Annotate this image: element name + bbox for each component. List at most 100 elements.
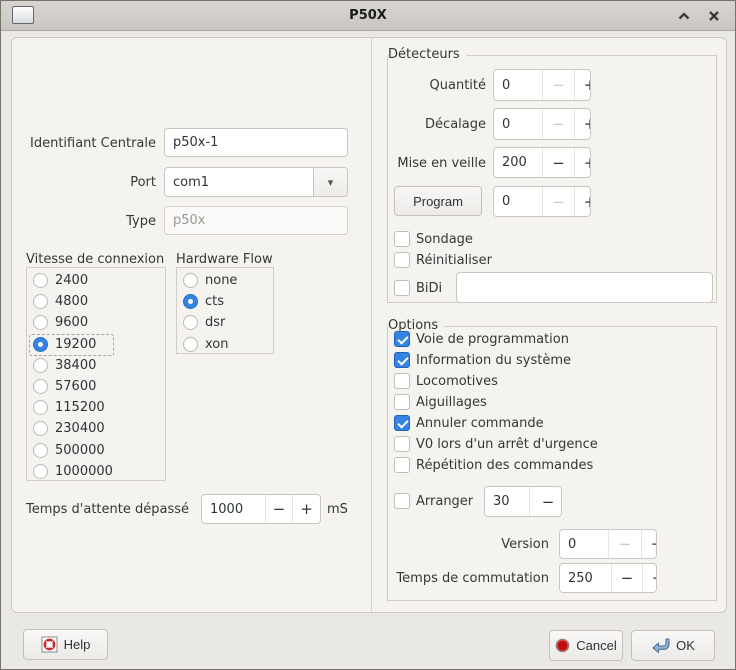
quantity-label: Quantité <box>429 77 486 93</box>
information-systeme-checkbox[interactable] <box>394 352 410 368</box>
ok-button-label: OK <box>676 638 695 653</box>
program-spinbox: 0 − + <box>493 186 591 217</box>
shade-button[interactable] <box>673 6 695 26</box>
v0-arret-urgence-label: V0 lors d'un arrêt d'urgence <box>416 436 598 452</box>
radio-label: none <box>205 273 238 289</box>
radio-selected-icon <box>183 294 198 310</box>
help-button-label: Help <box>63 637 91 652</box>
offset-plus-button[interactable]: + <box>575 109 590 139</box>
arranger-label: Arranger <box>416 493 474 509</box>
program-button[interactable]: Program <box>394 186 482 216</box>
quantity-plus-button[interactable]: + <box>575 70 590 100</box>
timeout-value[interactable]: 1000 <box>202 495 266 523</box>
ok-button[interactable]: OK <box>631 630 715 661</box>
radio-flow-dsr[interactable]: dsr <box>177 312 273 333</box>
arranger-value[interactable]: 30 <box>485 487 530 516</box>
voie-programmation-checkbox[interactable] <box>394 331 410 347</box>
version-plus-button[interactable]: + <box>642 530 656 558</box>
reinitialiser-checkbox[interactable] <box>394 252 410 268</box>
commutation-plus-button[interactable]: + <box>643 564 656 592</box>
radio-icon <box>33 463 48 479</box>
radio-icon <box>33 379 48 395</box>
chevron-down-icon: ▾ <box>327 175 334 189</box>
bidi-input[interactable] <box>456 272 713 303</box>
help-button[interactable]: Help <box>23 629 108 660</box>
chevron-up-icon <box>678 12 690 20</box>
reinitialiser-label: Réinitialiser <box>416 252 492 268</box>
identifiant-input[interactable] <box>164 128 348 157</box>
locomotives-label: Locomotives <box>416 373 498 389</box>
ok-enter-arrow-icon <box>652 638 670 654</box>
radio-speed-57600[interactable]: 57600 <box>27 376 165 397</box>
port-dropdown-button[interactable]: ▾ <box>313 168 347 196</box>
radio-icon <box>33 357 48 373</box>
version-value[interactable]: 0 <box>560 530 609 558</box>
sleep-label: Mise en veille <box>397 155 486 171</box>
timeout-plus-button[interactable]: + <box>293 495 320 523</box>
sondage-checkbox[interactable] <box>394 231 410 247</box>
radio-speed-230400[interactable]: 230400 <box>27 418 165 439</box>
program-plus-button[interactable]: + <box>575 187 590 216</box>
close-button[interactable] <box>703 6 725 26</box>
radio-flow-none[interactable]: none <box>177 270 273 291</box>
offset-spinbox: 0 − + <box>493 108 591 140</box>
arranger-spinbox: 30 − + <box>484 486 562 517</box>
aiguillages-label: Aiguillages <box>416 394 487 410</box>
sleep-minus-button[interactable]: − <box>543 148 575 177</box>
radio-speed-500000[interactable]: 500000 <box>27 440 165 461</box>
radio-flow-xon[interactable]: xon <box>177 334 273 355</box>
radio-icon <box>33 400 48 416</box>
information-systeme-label: Information du système <box>416 352 572 368</box>
v0-arret-urgence-checkbox[interactable] <box>394 436 410 452</box>
quantity-minus-button[interactable]: − <box>543 70 575 100</box>
flow-group-label: Hardware Flow <box>176 252 273 267</box>
offset-label: Décalage <box>425 116 486 132</box>
radio-label: 2400 <box>55 273 89 289</box>
aiguillages-checkbox[interactable] <box>394 394 410 410</box>
radio-icon <box>183 273 198 289</box>
locomotives-checkbox[interactable] <box>394 373 410 389</box>
sleep-value[interactable]: 200 <box>494 148 543 177</box>
radio-speed-1000000[interactable]: 1000000 <box>27 461 165 482</box>
voie-programmation-label: Voie de programmation <box>416 331 569 347</box>
timeout-minus-button[interactable]: − <box>266 495 293 523</box>
sondage-label: Sondage <box>416 231 473 247</box>
version-spinbox: 0 − + <box>559 529 657 559</box>
annuler-commande-checkbox[interactable] <box>394 415 410 431</box>
offset-minus-button[interactable]: − <box>543 109 575 139</box>
radio-label: 38400 <box>55 357 97 373</box>
identifiant-label: Identifiant Centrale <box>30 135 156 151</box>
radio-label: 115200 <box>55 400 105 416</box>
repetition-commandes-checkbox[interactable] <box>394 457 410 473</box>
radio-speed-4800[interactable]: 4800 <box>27 291 165 312</box>
port-combobox[interactable]: com1 ▾ <box>164 167 348 197</box>
version-minus-button[interactable]: − <box>609 530 642 558</box>
program-value[interactable]: 0 <box>494 187 543 216</box>
radio-icon <box>33 294 48 310</box>
titlebar[interactable]: P50X <box>1 1 735 31</box>
sleep-plus-button[interactable]: + <box>575 148 590 177</box>
commutation-minus-button[interactable]: − <box>612 564 643 592</box>
arranger-checkbox[interactable] <box>394 493 410 509</box>
radio-label: 4800 <box>55 294 89 310</box>
radio-speed-38400[interactable]: 38400 <box>27 355 165 376</box>
radio-label: cts <box>205 294 225 310</box>
port-label: Port <box>130 174 156 190</box>
speed-group-label: Vitesse de connexion <box>26 252 165 267</box>
bidi-label: BiDi <box>416 280 443 296</box>
cancel-button[interactable]: Cancel <box>549 630 623 661</box>
radio-speed-9600[interactable]: 9600 <box>27 312 165 333</box>
commutation-value[interactable]: 250 <box>560 564 612 592</box>
radio-speed-2400[interactable]: 2400 <box>27 270 165 291</box>
radio-flow-cts[interactable]: cts <box>177 291 273 312</box>
speed-group: 2400 4800 9600 19200 38400 57600 115200 … <box>26 267 166 481</box>
radio-label: 57600 <box>55 379 97 395</box>
radio-speed-115200[interactable]: 115200 <box>27 397 165 418</box>
program-minus-button[interactable]: − <box>543 187 575 216</box>
offset-value[interactable]: 0 <box>494 109 543 139</box>
arranger-minus-button[interactable]: − <box>530 487 561 516</box>
radio-icon <box>33 315 48 331</box>
bidi-checkbox[interactable] <box>394 280 410 296</box>
port-value: com1 <box>173 174 210 190</box>
quantity-value[interactable]: 0 <box>494 70 543 100</box>
